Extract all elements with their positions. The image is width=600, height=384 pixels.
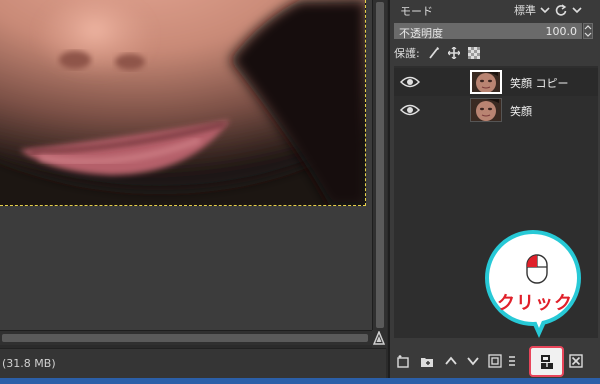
new-layer-group-button[interactable] [418, 352, 436, 370]
navigate-icon [373, 331, 385, 345]
vertical-scrollbar[interactable] [372, 0, 387, 348]
layer-row-copy[interactable]: 笑顔 コピー [394, 68, 598, 96]
raise-layer-button[interactable] [442, 352, 460, 370]
navigate-button[interactable] [372, 330, 386, 348]
merge-down-icon [541, 355, 553, 369]
mode-dropdown[interactable]: 標準 [490, 1, 550, 19]
lower-layer-button[interactable] [464, 352, 482, 370]
photo-image [0, 0, 366, 206]
chevron-down-icon [540, 7, 550, 14]
status-bar: (31.8 MB) [0, 348, 386, 378]
spinner-arrows-icon [584, 25, 592, 37]
layer-name: 笑顔 コピー [510, 77, 569, 90]
raise-layer-icon [445, 356, 457, 365]
image-size-text: (31.8 MB) [2, 357, 56, 370]
lock-label: 保護: [394, 47, 420, 60]
lock-row: 保護: [394, 44, 480, 62]
opacity-label: 不透明度 [399, 27, 443, 40]
lock-pixels-icon[interactable] [428, 47, 440, 59]
horizontal-scrollbar[interactable] [0, 330, 372, 345]
image-canvas[interactable] [0, 0, 372, 330]
layer-thumbnail [470, 98, 502, 122]
mode-label: モード [400, 5, 433, 18]
delete-layer-button[interactable] [567, 352, 585, 370]
layer-thumbnail [470, 70, 502, 94]
mode-value: 標準 [514, 4, 536, 17]
duplicate-layer-button[interactable] [486, 352, 504, 370]
composite-mode-button[interactable] [554, 1, 594, 19]
window-bottom-border [0, 378, 600, 384]
anchor-button[interactable] [506, 352, 518, 370]
opacity-slider[interactable]: 不透明度 100.0 [394, 23, 582, 40]
delete-layer-icon [569, 354, 583, 368]
opacity-value: 100.0 [545, 25, 578, 38]
new-layer-icon [397, 355, 409, 368]
mouse-icon [526, 254, 548, 284]
merge-down-button[interactable] [529, 346, 564, 377]
duplicate-layer-icon [488, 354, 502, 368]
chevron-down-icon [572, 7, 582, 14]
new-layer-button[interactable] [394, 352, 412, 370]
click-instruction-text: クリック [497, 293, 573, 314]
anchor-icon [509, 356, 515, 366]
callout-pointer-inner [534, 316, 544, 328]
opacity-spinner[interactable] [583, 23, 593, 39]
layer-row-original[interactable]: 笑顔 [394, 96, 598, 124]
visibility-eye-icon[interactable] [400, 75, 420, 89]
layers-panel: モード 標準 不透明度 100.0 保護: 笑顔 コピー 笑顔 [388, 0, 600, 378]
layer-name: 笑顔 [510, 105, 532, 118]
vertical-scrollbar-thumb[interactable] [376, 2, 384, 328]
new-layer-group-icon [421, 358, 433, 367]
mode-row: モード 標準 [390, 0, 600, 20]
lock-position-icon[interactable] [447, 47, 460, 59]
visibility-eye-icon[interactable] [400, 103, 420, 117]
lock-alpha-icon[interactable] [467, 47, 480, 59]
lower-layer-icon [467, 357, 479, 366]
reset-icon [555, 4, 567, 16]
horizontal-scrollbar-thumb[interactable] [2, 334, 368, 342]
